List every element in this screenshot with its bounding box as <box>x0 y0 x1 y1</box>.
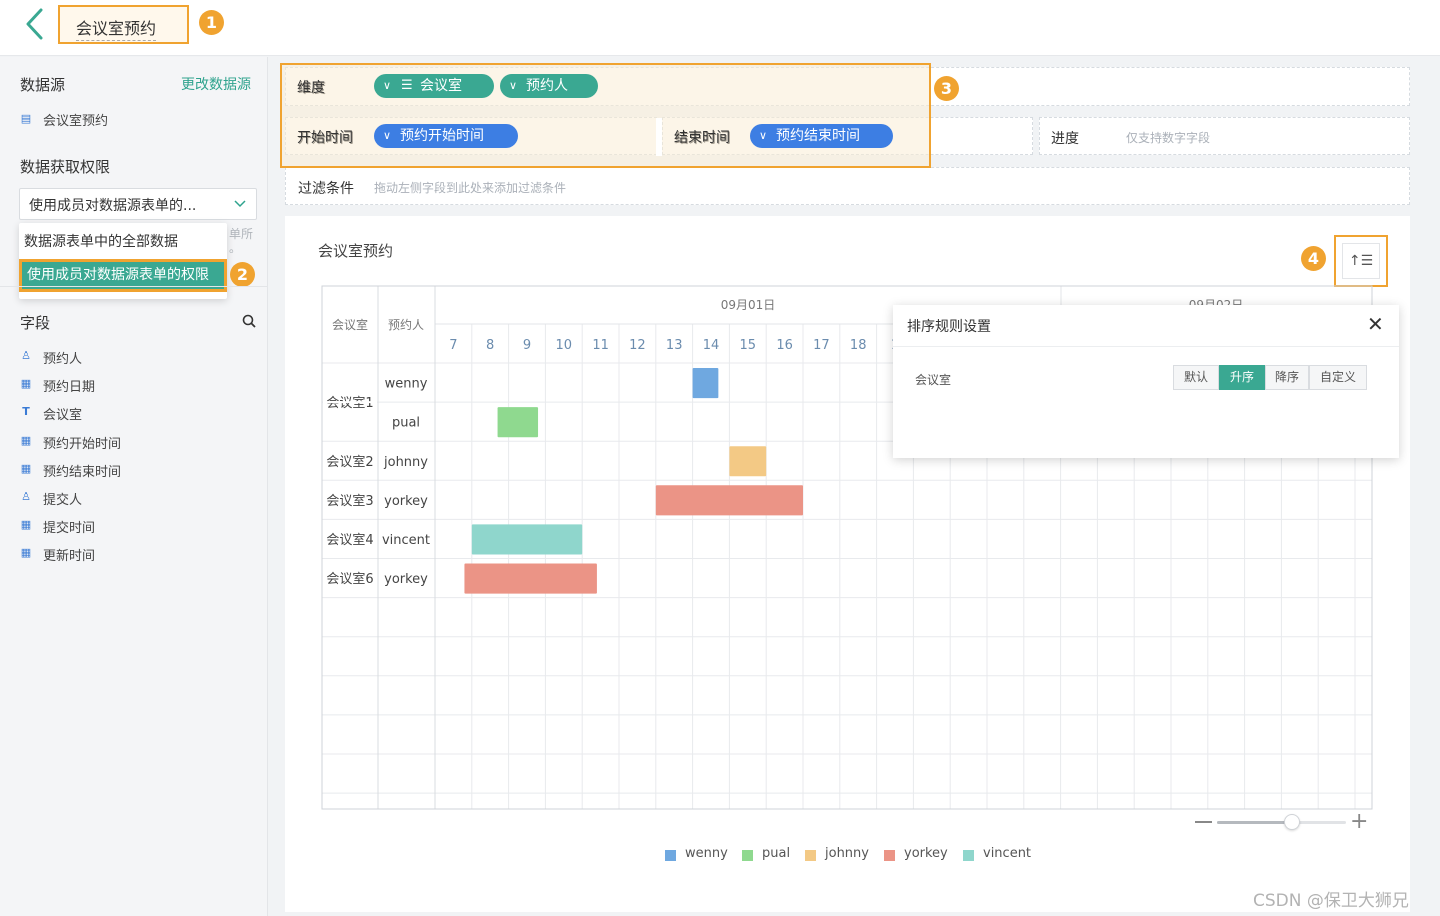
close-icon[interactable]: ✕ <box>1367 312 1384 336</box>
sort-popup-title: 排序规则设置 <box>907 319 991 335</box>
sort-popup-divider <box>893 346 1399 347</box>
hour-tick-label: 18 <box>850 338 867 353</box>
row-header-person: 预约人 <box>388 317 424 332</box>
hour-tick-label: 7 <box>449 338 457 353</box>
hour-tick-label: 8 <box>486 338 494 353</box>
room-label: 会议室2 <box>326 454 373 470</box>
gantt-bar <box>692 368 719 399</box>
hour-tick-label: 16 <box>776 338 793 353</box>
row-header-room: 会议室 <box>332 317 368 332</box>
watermark: CSDN @保卫大狮兄 <box>1253 891 1409 911</box>
sort-settings-popup: 排序规则设置 ✕ 会议室 默认 升序 降序 自定义 <box>893 305 1399 458</box>
legend-label[interactable]: wenny <box>685 846 728 861</box>
person-label: wenny <box>385 377 428 392</box>
hour-tick-label: 9 <box>523 338 531 353</box>
sort-option-asc[interactable]: 升序 <box>1219 365 1265 390</box>
person-label: yorkey <box>384 494 428 509</box>
legend-label[interactable]: vincent <box>983 846 1031 861</box>
hour-tick-label: 13 <box>666 338 683 353</box>
room-label: 会议室3 <box>326 493 373 509</box>
gantt-bar <box>471 524 583 555</box>
gantt-bar <box>655 485 803 516</box>
person-label: yorkey <box>384 572 428 587</box>
hour-tick-label: 10 <box>556 338 573 353</box>
legend-label[interactable]: yorkey <box>904 846 948 861</box>
person-label: vincent <box>382 533 430 548</box>
person-label: johnny <box>383 455 428 470</box>
gantt-bar <box>464 563 597 594</box>
legend-label[interactable]: johnny <box>825 846 869 861</box>
legend-swatch[interactable] <box>884 850 895 861</box>
sort-field-label: 会议室 <box>915 373 952 387</box>
gantt-bar <box>729 446 767 477</box>
gantt-chart: 会议室预约人09月01日09月02日7891011121314151617181… <box>321 285 1373 810</box>
hour-tick-label: 12 <box>629 338 646 353</box>
gantt-bar <box>497 407 539 438</box>
legend-swatch[interactable] <box>963 850 974 861</box>
sort-option-desc[interactable]: 降序 <box>1265 365 1309 390</box>
zoom-out-icon[interactable] <box>1195 821 1212 823</box>
room-label: 会议室4 <box>326 532 373 548</box>
hour-tick-label: 17 <box>813 338 830 353</box>
zoom-in-icon[interactable]: + <box>1350 810 1368 834</box>
sort-option-custom[interactable]: 自定义 <box>1309 365 1367 390</box>
zoom-slider-fill <box>1217 821 1292 824</box>
room-label: 会议室6 <box>326 571 373 587</box>
person-label: pual <box>392 416 420 431</box>
date-label: 09月01日 <box>721 298 776 312</box>
legend-swatch[interactable] <box>805 850 816 861</box>
hour-tick-label: 14 <box>703 338 720 353</box>
zoom-slider-handle[interactable] <box>1283 814 1300 830</box>
legend-swatch[interactable] <box>665 850 676 861</box>
legend-label[interactable]: pual <box>762 846 790 861</box>
hour-tick-label: 11 <box>592 338 609 353</box>
hour-tick-label: 15 <box>740 338 757 353</box>
legend-swatch[interactable] <box>742 850 753 861</box>
sort-option-default[interactable]: 默认 <box>1173 365 1219 390</box>
